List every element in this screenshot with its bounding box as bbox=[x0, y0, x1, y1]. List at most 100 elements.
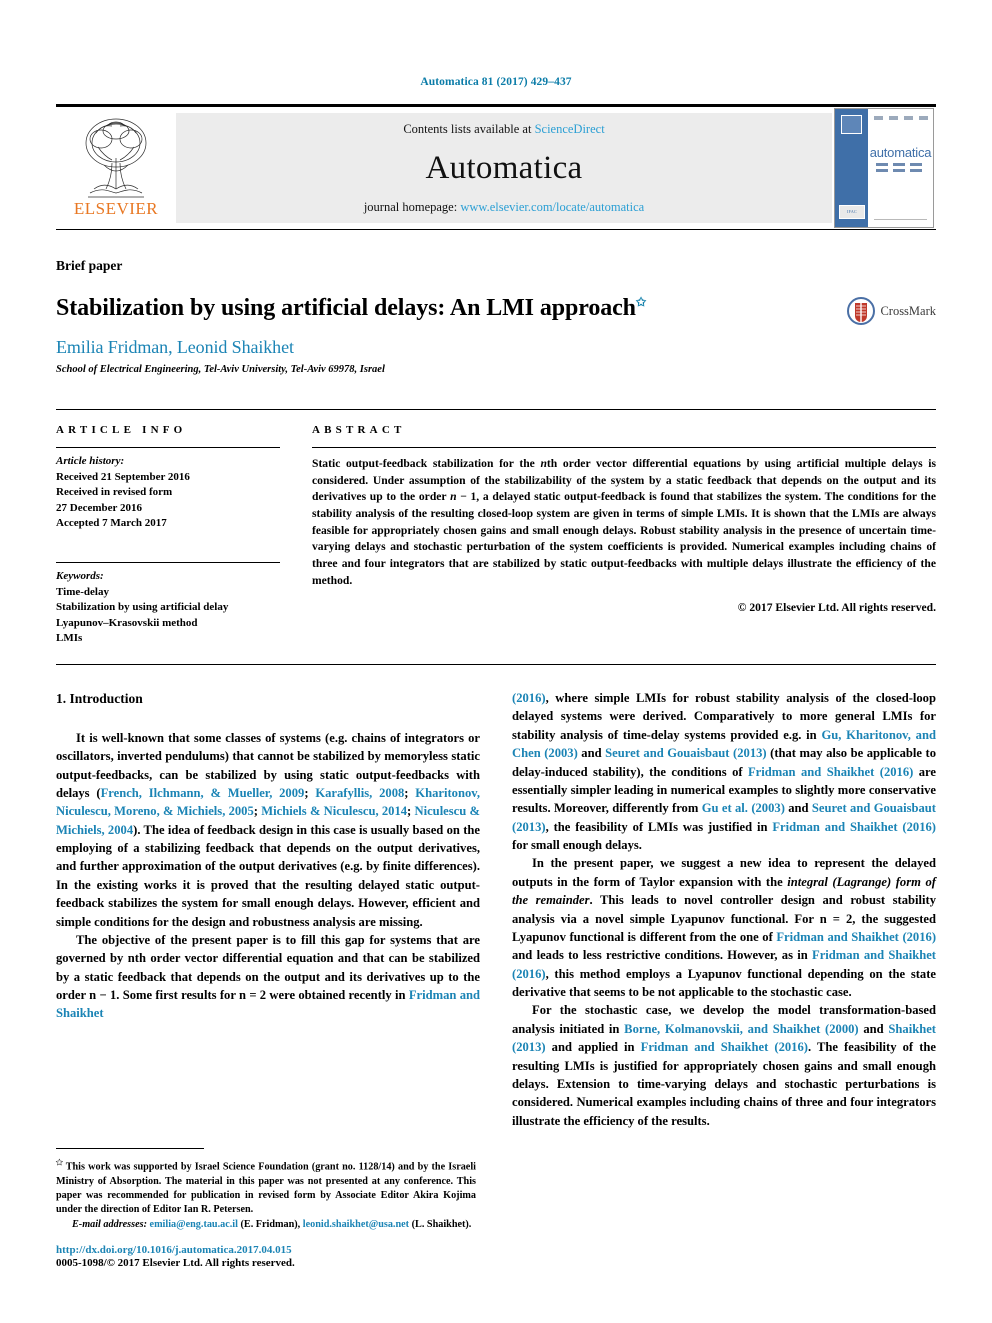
p2-text-c: and bbox=[577, 746, 606, 761]
citation-year-link[interactable]: (2016) bbox=[512, 967, 546, 981]
citation-link[interactable]: Fridman and Shaikhet bbox=[772, 820, 897, 834]
cover-front: automatica bbox=[868, 109, 933, 227]
citation-link[interactable]: Fridman and Shaikhet bbox=[812, 948, 936, 962]
cover-image: IFAC automatica bbox=[834, 108, 934, 228]
footnote-block: ✩ This work was supported by Israel Scie… bbox=[56, 1148, 476, 1269]
p3-text-c: and leads to less restrictive conditions… bbox=[512, 948, 812, 963]
sciencedirect-link[interactable]: ScienceDirect bbox=[535, 122, 605, 136]
footnote-marker: ✩ bbox=[56, 1158, 63, 1168]
title-text: Stabilization by using artificial delays… bbox=[56, 295, 636, 321]
crossmark-label: CrossMark bbox=[880, 303, 936, 318]
citation-year-link[interactable]: (2013) bbox=[512, 820, 546, 834]
article-info-column: ARTICLE INFO Article history: Received 2… bbox=[56, 410, 308, 647]
crossmark-icon bbox=[847, 297, 876, 325]
citation-year-link[interactable]: (2016) bbox=[512, 691, 546, 705]
crossmark-badge[interactable]: CrossMark bbox=[847, 297, 936, 325]
p4-text-b: and bbox=[858, 1021, 889, 1036]
journal-homepage-link[interactable]: www.elsevier.com/locate/automatica bbox=[460, 200, 644, 214]
citation-year-link[interactable]: (2003) bbox=[544, 746, 578, 760]
body-separator-rule bbox=[56, 664, 936, 666]
elsevier-logo: ELSEVIER bbox=[56, 107, 176, 229]
footnote-emails: E-mail addresses: emilia@eng.tau.ac.il (… bbox=[56, 1218, 476, 1232]
footnote-text: ✩ This work was supported by Israel Scie… bbox=[56, 1157, 476, 1218]
citation-link[interactable]: Michiels & Niculescu, 2014 bbox=[261, 804, 407, 818]
keyword-item: Lyapunov–Krasovskii method bbox=[56, 616, 198, 629]
p2-text-h: for small enough delays. bbox=[512, 838, 642, 853]
article-history-heading: Article history: bbox=[56, 455, 125, 467]
info-abstract-block: ARTICLE INFO Article history: Received 2… bbox=[56, 409, 936, 647]
history-line: 27 December 2016 bbox=[56, 501, 142, 514]
doi-link[interactable]: http://dx.doi.org/10.1016/j.automatica.2… bbox=[56, 1244, 476, 1256]
body-columns: 1. Introduction It is well-known that so… bbox=[56, 689, 936, 1130]
elsevier-tree-icon bbox=[85, 118, 147, 198]
cover-journal-word: automatica bbox=[869, 145, 932, 160]
citation-link[interactable]: Seuret and Gouaisbaut bbox=[812, 801, 936, 815]
page-title: Stabilization by using artificial delays… bbox=[56, 295, 646, 323]
citation-year-link[interactable]: (2016) bbox=[902, 930, 936, 944]
running-head: Automatica 81 (2017) 429–437 bbox=[420, 76, 572, 88]
article-type-label: Brief paper bbox=[56, 258, 123, 273]
footnote-rule bbox=[56, 1148, 204, 1150]
keywords-heading: Keywords: bbox=[56, 570, 104, 583]
citation-link[interactable]: Fridman and Shaikhet bbox=[748, 765, 874, 779]
body-column-left: 1. Introduction It is well-known that so… bbox=[56, 689, 480, 1130]
cover-spine-badge: IFAC bbox=[839, 205, 865, 219]
contents-prefix: Contents lists available at bbox=[403, 122, 535, 136]
masthead-center: Contents lists available at ScienceDirec… bbox=[176, 113, 832, 223]
abstract-copyright: © 2017 Elsevier Ltd. All rights reserved… bbox=[737, 600, 936, 614]
citation-link[interactable]: Shaikhet bbox=[888, 1022, 936, 1036]
cover-ifac-logo-icon bbox=[841, 115, 862, 134]
journal-masthead: ELSEVIER Contents lists available at Sci… bbox=[56, 104, 936, 230]
citation-link[interactable]: Gu et al. bbox=[702, 801, 748, 815]
p4-text-c: and applied in bbox=[545, 1040, 641, 1055]
keyword-item: Stabilization by using artificial delay bbox=[56, 601, 229, 614]
history-line: Received in revised form bbox=[56, 486, 173, 499]
citation-link[interactable]: French, Ilchmann, & Mueller, 2009 bbox=[101, 786, 305, 800]
elsevier-wordmark: ELSEVIER bbox=[73, 199, 159, 218]
keyword-item: LMIs bbox=[56, 632, 83, 645]
citation-year-link[interactable]: (2016) bbox=[880, 765, 914, 779]
abstract-part-3: − 1, a delayed static output-feedback is… bbox=[312, 490, 936, 587]
abstract-label: ABSTRACT bbox=[312, 424, 406, 436]
contents-lists-line: Contents lists available at ScienceDirec… bbox=[403, 122, 604, 137]
citation-link[interactable]: Seuret and Gouaisbaut bbox=[605, 746, 729, 760]
citation-year-link[interactable]: (2000) bbox=[825, 1022, 859, 1036]
intro-paragraph-1: It is well-known that some classes of sy… bbox=[56, 730, 481, 929]
section-heading-introduction: 1. Introduction bbox=[56, 691, 143, 707]
citation-year-link[interactable]: (2003) bbox=[751, 801, 785, 815]
author-list[interactable]: Emilia Fridman, Leonid Shaikhet bbox=[56, 337, 936, 358]
title-row: Stabilization by using artificial delays… bbox=[56, 295, 936, 325]
citation-link[interactable]: Borne, Kolmanovskii, and Shaikhet bbox=[624, 1022, 820, 1036]
body-column-right: (2016), where simple LMIs for robust sta… bbox=[512, 689, 936, 1130]
email2-owner: (L. Shaikhet). bbox=[409, 1218, 472, 1230]
abstract-column: ABSTRACT Static output-feedback stabiliz… bbox=[308, 410, 936, 647]
journal-title: Automatica bbox=[425, 150, 583, 186]
cover-spine: IFAC bbox=[835, 109, 868, 227]
keyword-item: Time-delay bbox=[56, 585, 109, 598]
citation-link[interactable]: Fridman and Shaikhet bbox=[641, 1040, 769, 1054]
paper-page: Automatica 81 (2017) 429–437 ELSEVIER Co… bbox=[0, 0, 992, 1323]
p3-text-d: , this method employs a Lyapunov functio… bbox=[512, 966, 936, 1000]
citation-link[interactable]: Karafyllis, 2008 bbox=[315, 786, 404, 800]
email-link-shaikhet[interactable]: leonid.shaikhet@usa.net bbox=[303, 1219, 409, 1230]
abstract-part-1: Static output-feedback stabilization for… bbox=[312, 457, 541, 470]
email-link-fridman[interactable]: emilia@eng.tau.ac.il bbox=[150, 1219, 238, 1230]
email-label: E-mail addresses: bbox=[72, 1218, 147, 1230]
p1-text-b: ). The idea of feedback design in this c… bbox=[56, 822, 481, 929]
citation-year-link[interactable]: (2013) bbox=[733, 746, 767, 760]
affiliation: School of Electrical Engineering, Tel-Av… bbox=[56, 364, 385, 375]
citation-year-link[interactable]: (2016) bbox=[774, 1040, 808, 1054]
history-line: Accepted 7 March 2017 bbox=[56, 517, 167, 530]
citation-year-link[interactable]: (2016) bbox=[902, 820, 936, 834]
keywords-block: Keywords: Time-delay Stabilization by us… bbox=[56, 563, 280, 647]
abstract-text: Static output-feedback stabilization for… bbox=[312, 448, 936, 590]
citation-year-link[interactable]: (2013) bbox=[512, 1040, 546, 1054]
intro-paragraph-2-part-right: (2016), where simple LMIs for robust sta… bbox=[512, 689, 936, 854]
intro-paragraph-2-part-left: The objective of the present paper is to… bbox=[56, 931, 480, 1023]
citation-link[interactable]: Fridman and Shaikhet bbox=[776, 930, 899, 944]
journal-homepage-line: journal homepage: www.elsevier.com/locat… bbox=[364, 200, 644, 215]
cover-subtitle-line-2 bbox=[876, 169, 926, 172]
title-footnote-marker: ✩ bbox=[635, 295, 646, 309]
article-info-label: ARTICLE INFO bbox=[56, 424, 187, 436]
